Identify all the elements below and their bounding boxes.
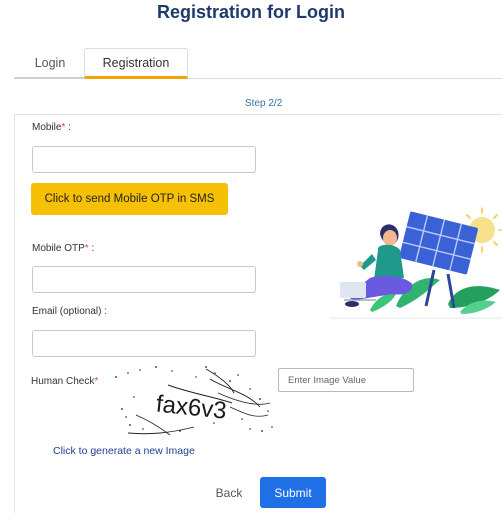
step-indicator: Step 2/2 bbox=[245, 98, 283, 109]
captcha-text: fax6v3 bbox=[155, 391, 228, 425]
email-input[interactable] bbox=[32, 330, 256, 357]
mobile-input[interactable] bbox=[32, 146, 256, 173]
email-label: Email (optional) : bbox=[32, 306, 108, 317]
mobile-label: Mobile* : bbox=[32, 122, 71, 133]
captcha-image: fax6v3 bbox=[110, 363, 280, 446]
required-mark: * bbox=[94, 376, 99, 387]
page-title: Registration for Login bbox=[157, 2, 345, 22]
generate-new-image-link[interactable]: Click to generate a new Image bbox=[53, 445, 195, 457]
tab-login[interactable]: Login bbox=[14, 48, 86, 79]
person-figure bbox=[340, 224, 413, 307]
back-button[interactable]: Back bbox=[205, 480, 253, 506]
submit-button[interactable]: Submit bbox=[260, 477, 326, 508]
captcha-input[interactable]: Enter Image Value bbox=[278, 368, 414, 392]
tab-bar: Login Registration bbox=[14, 48, 502, 79]
human-check-label: Human Check* bbox=[31, 376, 99, 387]
send-otp-button[interactable]: Click to send Mobile OTP in SMS bbox=[31, 183, 228, 215]
solar-panel-illustration bbox=[330, 204, 502, 329]
tab-registration[interactable]: Registration bbox=[84, 48, 188, 79]
mobile-otp-label: Mobile OTP* : bbox=[32, 243, 95, 254]
mobile-otp-input[interactable] bbox=[32, 266, 256, 293]
